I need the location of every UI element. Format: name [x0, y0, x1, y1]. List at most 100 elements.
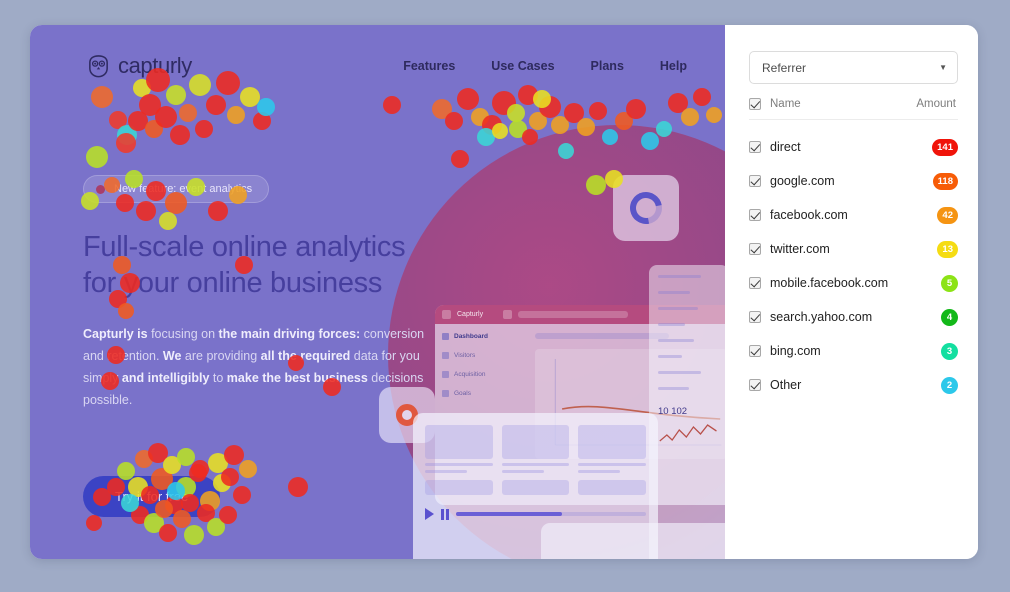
- referrer-row-checkbox[interactable]: [749, 243, 761, 255]
- heatmap-dot: [184, 525, 204, 545]
- referrer-row-checkbox[interactable]: [749, 175, 761, 187]
- referrer-amount-badge: 118: [932, 172, 958, 190]
- stats-column-mockup: 10 102: [649, 265, 725, 559]
- heatmap-dot: [482, 115, 502, 135]
- referrer-row[interactable]: google.com 118: [749, 168, 958, 194]
- referrer-dropdown-value: Referrer: [762, 60, 807, 75]
- stat-line: [658, 387, 689, 390]
- referrer-row-checkbox[interactable]: [749, 141, 761, 153]
- referrer-name: google.com: [770, 174, 835, 188]
- referrer-dropdown[interactable]: Referrer ▼: [749, 51, 958, 84]
- referrer-amount-badge: 13: [937, 240, 958, 258]
- heatmap-dot: [615, 112, 633, 130]
- referrer-row[interactable]: direct 141: [749, 134, 958, 160]
- stat-line: [658, 339, 694, 342]
- referrer-amount-badge: 3: [941, 342, 958, 360]
- heatmap-dot: [116, 133, 136, 153]
- heatmap-dot: [227, 106, 245, 124]
- referrer-row[interactable]: Other 2: [749, 372, 958, 398]
- referrer-list: direct 141 google.com 118 facebook.com 42 twit…: [749, 134, 958, 398]
- referrer-row[interactable]: twitter.com 13: [749, 236, 958, 262]
- referrer-row-checkbox[interactable]: [749, 277, 761, 289]
- try-it-for-free-button[interactable]: Try it for free: [83, 476, 221, 517]
- pill-dot-icon: [96, 184, 105, 194]
- search-bar-placeholder: [518, 311, 629, 318]
- chevron-down-icon: ▼: [939, 63, 947, 72]
- stat-line: [658, 291, 691, 294]
- referrer-amount-badge: 4: [941, 308, 958, 326]
- nav-item-plans[interactable]: Plans: [591, 59, 624, 73]
- heatmap-dot: [86, 515, 102, 531]
- hero-section: Capturly Dashboard Visitors Acquisition …: [30, 25, 725, 559]
- select-all-checkbox[interactable]: [749, 98, 761, 110]
- heatmap-dot: [145, 120, 163, 138]
- heatmap-dot: [529, 112, 547, 130]
- nav-links: Features Use Cases Plans Help: [403, 59, 687, 73]
- heatmap-dot: [159, 524, 177, 542]
- heatmap-dot: [451, 150, 469, 168]
- referrer-row-checkbox[interactable]: [749, 379, 761, 391]
- page-title: Full-scale online analytics for your onl…: [83, 229, 513, 301]
- donut-chart-icon: [623, 185, 669, 231]
- sparkline-chart: [659, 424, 717, 442]
- hero-content: New feature: event analytics Full-scale …: [83, 175, 513, 517]
- referrer-row-checkbox[interactable]: [749, 311, 761, 323]
- nav-item-help[interactable]: Help: [660, 59, 687, 73]
- stat-line: [658, 323, 686, 326]
- column-header-amount: Amount: [916, 98, 956, 110]
- heatmap-dot: [522, 129, 538, 145]
- heatmap-dot: [477, 128, 495, 146]
- referrer-name: facebook.com: [770, 208, 848, 222]
- referrer-amount-badge: 141: [932, 138, 958, 156]
- referrer-row[interactable]: bing.com 3: [749, 338, 958, 364]
- heatmap-dot: [155, 106, 177, 128]
- referrer-row[interactable]: search.yahoo.com 4: [749, 304, 958, 330]
- table-header: Name Amount: [749, 84, 958, 120]
- heatmap-dot: [207, 518, 225, 536]
- referrer-name: direct: [770, 140, 801, 154]
- nav-item-features[interactable]: Features: [403, 59, 455, 73]
- new-feature-pill[interactable]: New feature: event analytics: [83, 175, 270, 203]
- heatmap-dot: [109, 111, 127, 129]
- heatmap-dot: [492, 123, 508, 139]
- heatmap-dot: [128, 111, 148, 131]
- heatmap-dot: [706, 107, 722, 123]
- stat-line: [658, 355, 682, 358]
- referrer-row[interactable]: mobile.facebook.com 5: [749, 270, 958, 296]
- heatmap-dot: [86, 146, 108, 168]
- referrer-amount-badge: 2: [941, 376, 958, 394]
- heatmap-dot: [471, 108, 489, 126]
- heatmap-dot: [641, 132, 659, 150]
- referrer-amount-badge: 42: [937, 206, 958, 224]
- referrer-name: mobile.facebook.com: [770, 276, 889, 290]
- logo-text: capturly: [118, 53, 192, 78]
- browser-frame: Capturly Dashboard Visitors Acquisition …: [30, 25, 978, 559]
- column-header-name: Name: [770, 98, 801, 110]
- heatmap-dot: [577, 118, 595, 136]
- stat-line: [658, 307, 698, 310]
- referrer-name: twitter.com: [770, 242, 830, 256]
- referrer-row-checkbox[interactable]: [749, 209, 761, 221]
- stat-line: [658, 371, 702, 374]
- thumb: [578, 425, 646, 459]
- heatmap-dot: [551, 116, 569, 134]
- hero-description: Capturly is focusing on the main driving…: [83, 327, 425, 407]
- headline-line-1: Full-scale online analytics: [83, 231, 406, 263]
- referrer-row[interactable]: facebook.com 42: [749, 202, 958, 228]
- nav-item-use-cases[interactable]: Use Cases: [491, 59, 554, 73]
- heatmap-dot: [509, 120, 527, 138]
- donut-chart-card: [613, 175, 679, 241]
- heatmap-dot: [558, 143, 574, 159]
- logo[interactable]: capturly: [86, 53, 192, 79]
- referrer-row-checkbox[interactable]: [749, 345, 761, 357]
- caption-line: [578, 463, 646, 466]
- caption-line: [578, 470, 621, 473]
- pill-label: New feature: event analytics: [114, 183, 253, 195]
- stat-number: 10 102: [658, 406, 688, 417]
- stat-line: [658, 275, 702, 278]
- referrer-amount-badge: 5: [941, 274, 958, 292]
- headline-line-2: for your online business: [83, 267, 383, 299]
- referrer-panel: Referrer ▼ Name Amount direct 141 google.c…: [725, 25, 978, 559]
- heatmap-dot: [117, 125, 137, 145]
- heatmap-dot: [445, 112, 463, 130]
